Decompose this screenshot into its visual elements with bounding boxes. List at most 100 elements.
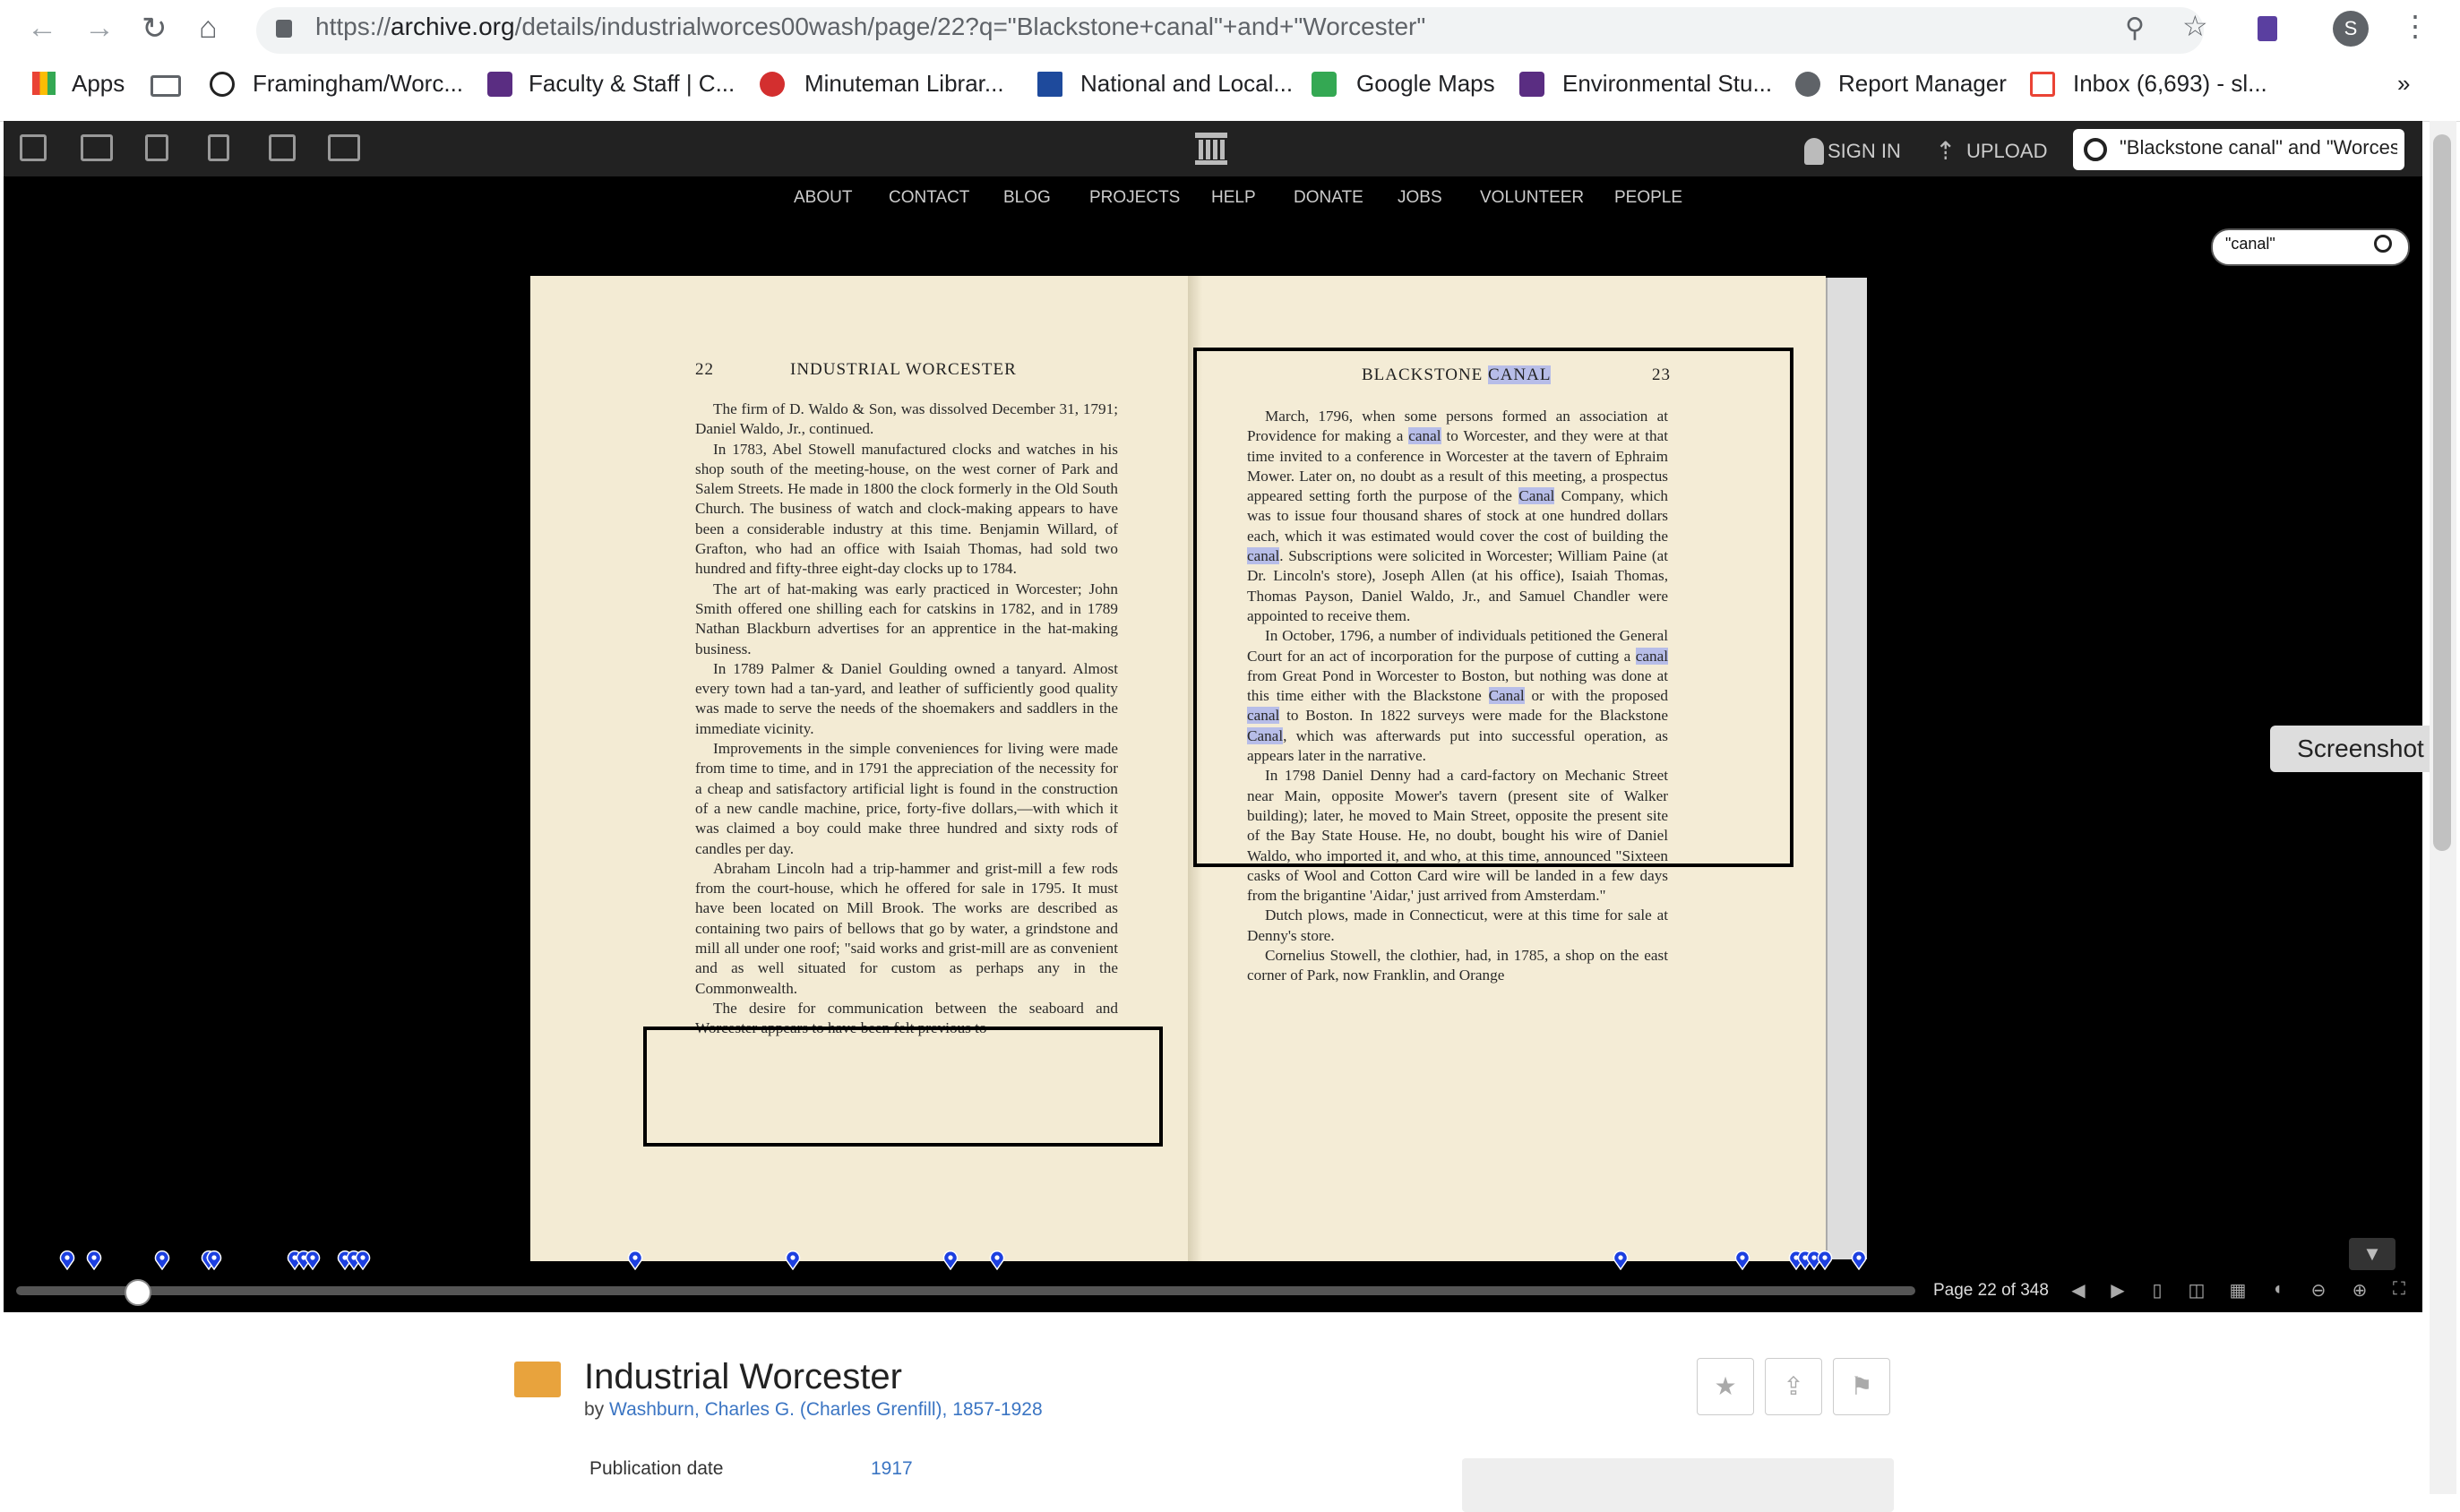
info-icon [760,72,785,97]
search-result-pin-icon[interactable] [785,1250,801,1271]
search-icon[interactable] [2084,138,2107,161]
lock-icon [276,20,292,38]
left-running-header: INDUSTRIAL WORCESTER [790,360,1017,379]
search-result-box [643,1027,1163,1147]
folder-icon[interactable] [151,75,181,97]
more-bookmarks-icon[interactable]: » [2397,70,2410,98]
menu-donate[interactable]: DONATE [1294,188,1363,208]
search-result-pin-icon[interactable] [1613,1250,1629,1271]
zoom-in-icon[interactable]: ⊕ [2347,1279,2372,1302]
item-title: Industrial Worcester [584,1357,902,1396]
menu-help[interactable]: HELP [1211,188,1256,208]
bookmark-google-maps[interactable]: Google Maps [1356,70,1495,98]
reload-icon[interactable]: ↻ [142,11,168,47]
search-result-pin-icon[interactable] [206,1250,222,1271]
search-result-pin-icon[interactable] [1817,1250,1833,1271]
search-result-pin-icon[interactable] [1851,1250,1867,1271]
audio-icon[interactable] [208,134,229,161]
bookmark-minuteman[interactable]: Minuteman Librar... [804,70,1004,98]
apps-grid-icon [32,72,56,95]
bookmark-inbox[interactable]: Inbox (6,693) - sl... [2073,70,2267,98]
search-result-pin-icon[interactable] [86,1250,102,1271]
maps-icon [1312,72,1337,97]
read-aloud-icon[interactable]: ◖ [2265,1279,2290,1302]
web-icon[interactable] [20,134,47,161]
share-icon[interactable]: ⇪ [1765,1358,1822,1415]
texts-icon[interactable] [81,134,113,161]
search-result-pin-icon[interactable] [154,1250,170,1271]
weather-icon [1037,72,1062,97]
bookmark-faculty[interactable]: Faculty & Staff | C... [529,70,735,98]
bookmark-apps[interactable]: Apps [72,70,125,98]
scrollbar-thumb[interactable] [2433,134,2451,851]
menu-jobs[interactable]: JOBS [1398,188,1442,208]
shield-icon [487,72,512,97]
menu-about[interactable]: ABOUT [794,188,852,208]
upload-icon: ⇡ [1935,137,1957,165]
gmail-icon [2030,72,2055,97]
next-page-icon[interactable]: ▶ [2105,1279,2130,1302]
images-icon[interactable] [328,134,360,161]
back-icon[interactable]: ← [27,11,57,46]
book-icon [514,1362,561,1397]
fullscreen-icon[interactable]: ⛶ [2387,1279,2412,1302]
author-link[interactable]: Washburn, Charles G. (Charles Grenfill),… [609,1399,1043,1420]
menu-kebab-icon[interactable]: ⋮ [2401,9,2430,43]
publication-date-value[interactable]: 1917 [871,1458,913,1480]
menu-projects[interactable]: PROJECTS [1089,188,1180,208]
search-icon[interactable] [2374,235,2392,253]
archive-logo-icon[interactable] [1193,131,1229,167]
bookmark-report-manager[interactable]: Report Manager [1838,70,2007,98]
menu-people[interactable]: PEOPLE [1614,188,1682,208]
views-panel [1462,1458,1894,1512]
two-page-view-icon[interactable]: ◫ [2184,1279,2209,1302]
menu-volunteer[interactable]: VOLUNTEER [1480,188,1584,208]
globe-icon [1795,72,1820,97]
flag-icon[interactable]: ⚑ [1833,1358,1890,1415]
upload-link[interactable]: UPLOAD [1966,140,2047,163]
software-icon[interactable] [269,134,296,161]
thumbnail-view-icon[interactable]: ▦ [2225,1279,2250,1302]
search-result-pin-icon[interactable] [355,1250,371,1271]
one-page-view-icon[interactable]: ▯ [2145,1279,2170,1302]
url-text: https://archive.org/details/industrialwo… [315,13,1426,40]
chevron-down-icon[interactable]: ▼ [2349,1238,2395,1270]
bookmark-national[interactable]: National and Local... [1080,70,1293,98]
search-result-pin-icon[interactable] [59,1250,75,1271]
home-icon[interactable]: ⌂ [199,11,218,46]
search-result-pin-icon[interactable] [627,1250,643,1271]
left-page-text: The firm of D. Waldo & Son, was dissolve… [695,400,1118,1037]
screenshot-tooltip: Screenshot [2270,726,2451,772]
menu-contact[interactable]: CONTACT [889,188,969,208]
zoom-out-icon[interactable]: ⊖ [2306,1279,2331,1302]
bookmark-framingham[interactable]: Framingham/Worc... [253,70,463,98]
user-icon [1804,138,1824,165]
item-byline: by Washburn, Charles G. (Charles Grenfil… [584,1399,1043,1420]
search-result-pin-icon[interactable] [1734,1250,1750,1271]
search-result-pin-icon[interactable] [305,1250,321,1271]
publication-date-label: Publication date [589,1458,724,1479]
menu-blog[interactable]: BLOG [1003,188,1051,208]
profile-avatar[interactable]: S [2333,11,2369,47]
extension-icon[interactable] [2258,16,2277,41]
favorite-star-icon[interactable]: ★ [1697,1358,1754,1415]
site-search-value: "Blackstone canal" and "Worcester" [2120,136,2397,159]
search-result-pin-icon[interactable] [942,1250,959,1271]
page-slider-track[interactable] [16,1286,1915,1295]
video-icon[interactable] [145,134,168,161]
sign-in-link[interactable]: SIGN IN [1828,140,1901,163]
shield-icon [1519,72,1544,97]
bookmark-star-icon[interactable]: ☆ [2182,9,2208,43]
search-result-pin-icon[interactable] [989,1250,1005,1271]
page-edge [1826,278,1867,1259]
bookmark-environmental[interactable]: Environmental Stu... [1562,70,1772,98]
prev-page-icon[interactable]: ◀ [2066,1279,2091,1302]
left-page-number: 22 [695,360,714,379]
forward-icon[interactable]: → [84,11,115,46]
page-indicator: Page 22 of 348 [1933,1281,2049,1300]
search-result-box [1193,348,1793,867]
site-icon [210,72,235,97]
inbook-search-value: "canal" [2225,235,2275,253]
zoom-icon[interactable]: ⚲ [2125,13,2145,44]
page-slider-handle[interactable] [124,1279,151,1306]
